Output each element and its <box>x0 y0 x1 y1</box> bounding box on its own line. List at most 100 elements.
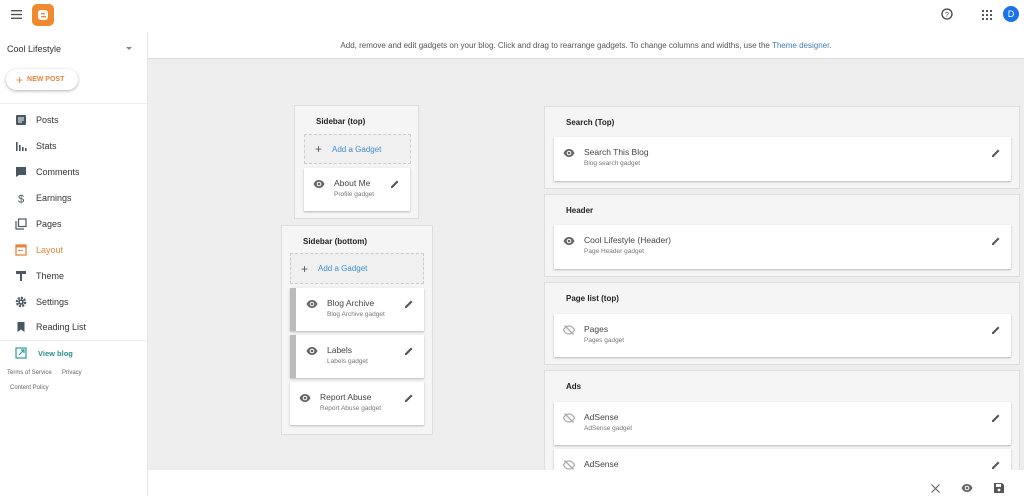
eye-icon[interactable] <box>313 178 325 190</box>
sidebar-item-theme[interactable]: Theme <box>0 265 148 287</box>
blog-selector[interactable]: Cool Lifestyle <box>7 44 61 54</box>
top-bar: ? D <box>0 0 1024 32</box>
sidebar-item-label: Posts <box>36 115 59 125</box>
section-title: Page list (top) <box>566 294 619 303</box>
theme-icon <box>16 271 26 281</box>
stats-icon <box>16 142 27 151</box>
drag-handle[interactable] <box>290 335 296 378</box>
close-icon[interactable] <box>931 484 940 493</box>
divider <box>0 103 148 104</box>
eye-icon[interactable] <box>563 147 575 159</box>
section-title: Search (Top) <box>566 118 615 127</box>
separator: · <box>56 370 58 376</box>
comments-icon <box>16 167 26 177</box>
gadget-type: Labels gadget <box>327 358 368 365</box>
gadget-adsense[interactable]: AdSense AdSense gadget <box>554 402 1011 445</box>
gadget-name: Blog Archive <box>327 298 375 308</box>
new-post-button[interactable]: + NEW POST <box>6 69 78 90</box>
sidebar-item-comments[interactable]: Comments <box>0 161 148 183</box>
sidebar-item-label: Stats <box>36 141 57 151</box>
eye-icon[interactable] <box>306 345 318 357</box>
edit-icon[interactable] <box>404 393 414 403</box>
apps-icon[interactable] <box>982 10 992 20</box>
gadget-pages[interactable]: Pages Pages gadget <box>554 314 1011 357</box>
edit-icon[interactable] <box>390 179 400 189</box>
view-blog-link[interactable]: View blog <box>0 342 148 364</box>
edit-icon[interactable] <box>991 236 1001 246</box>
sidebar-item-label: Earnings <box>36 193 72 203</box>
sidebar-item-earnings[interactable]: $ Earnings <box>0 187 148 209</box>
separator: · <box>86 370 88 376</box>
gadget-labels[interactable]: Labels Labels gadget <box>290 335 424 378</box>
preview-eye-icon[interactable] <box>961 482 973 494</box>
section-sidebar-top: Sidebar (top) + Add a Gadget About Me Pro… <box>294 105 419 219</box>
gadget-type: Profile gadget <box>334 191 375 198</box>
menu-icon[interactable] <box>11 10 22 19</box>
sidebar-item-posts[interactable]: Posts <box>0 109 148 131</box>
edit-icon[interactable] <box>991 413 1001 423</box>
gadget-type: Blog Archive gadget <box>327 311 385 318</box>
gadget-type: Report Abuse gadget <box>320 405 382 412</box>
add-gadget-button[interactable]: + Add a Gadget <box>304 134 411 164</box>
banner-end: . <box>829 41 832 50</box>
layout-icon <box>15 244 27 256</box>
info-banner: Add, remove and edit gadgets on your blo… <box>148 32 1024 59</box>
gadget-about-me[interactable]: About Me Profile gadget <box>304 168 410 211</box>
sidebar-item-label: Layout <box>36 245 64 255</box>
chevron-down-icon[interactable] <box>126 47 132 50</box>
gadget-name: Search This Blog <box>584 147 649 157</box>
eye-off-icon[interactable] <box>563 324 575 336</box>
edit-icon[interactable] <box>991 148 1001 158</box>
eye-icon[interactable] <box>299 392 311 404</box>
privacy-link[interactable]: Privacy <box>62 370 82 376</box>
section-page-list: Page list (top) Pages Pages gadget <box>544 282 1020 365</box>
sidebar-item-stats[interactable]: Stats <box>0 135 148 157</box>
gadget-name: Report Abuse <box>320 392 372 402</box>
section-ads: Ads AdSense AdSense gadget AdSense <box>544 370 1020 492</box>
gadget-blog-archive[interactable]: Blog Archive Blog Archive gadget <box>290 288 424 331</box>
help-icon[interactable]: ? <box>941 8 953 20</box>
eye-off-icon[interactable] <box>563 412 575 424</box>
section-search-top: Search (Top) Search This Blog Blog searc… <box>544 106 1020 189</box>
content-policy-link[interactable]: Content Policy <box>10 385 49 391</box>
terms-link[interactable]: Terms of Service <box>7 370 52 376</box>
add-gadget-button[interactable]: + Add a Gadget <box>290 253 424 284</box>
save-icon[interactable] <box>994 483 1004 493</box>
sidebar-item-label: Comments <box>36 167 80 177</box>
drag-handle[interactable] <box>290 288 296 331</box>
pages-icon <box>15 218 27 230</box>
blogger-logo[interactable] <box>32 4 54 26</box>
view-blog-label: View blog <box>38 348 73 358</box>
new-post-label: NEW POST <box>27 76 65 83</box>
gadget-search[interactable]: Search This Blog Blog search gadget <box>554 137 1011 181</box>
edit-icon[interactable] <box>991 325 1001 335</box>
sidebar-item-label: Reading List <box>36 322 87 332</box>
edit-icon[interactable] <box>404 299 414 309</box>
posts-icon <box>16 115 26 125</box>
svg-text:?: ? <box>945 12 949 19</box>
sidebar-item-settings[interactable]: Settings <box>0 291 148 313</box>
sidebar-item-pages[interactable]: Pages <box>0 213 148 235</box>
gear-icon <box>15 296 27 308</box>
section-title: Sidebar (top) <box>316 117 366 126</box>
external-link-icon <box>15 347 27 359</box>
action-bar <box>148 470 1024 496</box>
eye-icon[interactable] <box>563 235 575 247</box>
bookmark-icon <box>17 322 25 332</box>
plus-icon: + <box>301 261 309 276</box>
theme-designer-link[interactable]: Theme designer <box>772 41 829 50</box>
sidebar-item-layout[interactable]: Layout <box>0 239 148 261</box>
edit-icon[interactable] <box>404 346 414 356</box>
edit-icon[interactable] <box>991 460 1001 470</box>
gadget-header[interactable]: Cool Lifestyle (Header) Page Header gadg… <box>554 225 1011 269</box>
gadget-report-abuse[interactable]: Report Abuse Report Abuse gadget <box>290 382 424 425</box>
gadget-type: AdSense gadget <box>584 425 633 432</box>
svg-text:$: $ <box>18 194 24 205</box>
avatar[interactable]: D <box>1003 6 1019 22</box>
gadget-name: Labels <box>327 345 353 355</box>
eye-icon[interactable] <box>306 298 318 310</box>
sidebar-item-reading-list[interactable]: Reading List <box>0 316 148 338</box>
sidebar-item-label: Theme <box>36 271 65 281</box>
gadget-type: Blog search gadget <box>584 160 641 167</box>
gadget-type: Page Header gadget <box>584 248 644 255</box>
